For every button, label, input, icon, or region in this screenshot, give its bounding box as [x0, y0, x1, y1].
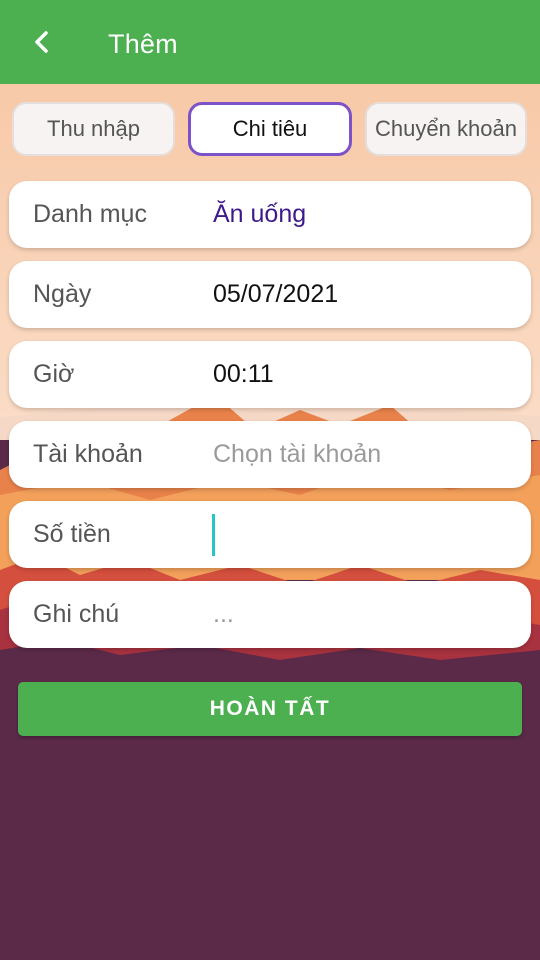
page-title: Thêm	[108, 29, 178, 59]
note-row[interactable]: Ghi chú ...	[9, 581, 531, 648]
date-value[interactable]: 05/07/2021	[213, 261, 338, 328]
transaction-type-tabs: Thu nhập Chi tiêu Chuyển khoản	[0, 102, 540, 158]
app-bar: Thêm	[0, 0, 540, 84]
tab-income[interactable]: Thu nhập	[12, 102, 175, 156]
account-label: Tài khoản	[33, 440, 143, 468]
category-value[interactable]: Ăn uống	[213, 181, 306, 248]
time-label: Giờ	[33, 360, 75, 388]
amount-row[interactable]: Số tiền	[9, 501, 531, 568]
date-label: Ngày	[33, 280, 92, 308]
submit-button[interactable]: HOÀN TẤT	[18, 682, 522, 736]
chevron-left-icon	[35, 31, 48, 53]
time-value[interactable]: 00:11	[213, 341, 274, 408]
account-select[interactable]: Chọn tài khoản	[213, 421, 381, 488]
tab-expense[interactable]: Chi tiêu	[188, 102, 352, 156]
text-cursor	[212, 514, 215, 556]
back-button[interactable]	[22, 22, 62, 62]
tab-transfer[interactable]: Chuyển khoản	[365, 102, 527, 156]
note-label: Ghi chú	[33, 600, 120, 628]
date-row[interactable]: Ngày 05/07/2021	[9, 261, 531, 328]
note-input[interactable]: ...	[213, 581, 234, 648]
time-row[interactable]: Giờ 00:11	[9, 341, 531, 408]
category-label: Danh mục	[33, 200, 147, 228]
account-row[interactable]: Tài khoản Chọn tài khoản	[9, 421, 531, 488]
category-row[interactable]: Danh mục Ăn uống	[9, 181, 531, 248]
amount-label: Số tiền	[33, 520, 111, 548]
